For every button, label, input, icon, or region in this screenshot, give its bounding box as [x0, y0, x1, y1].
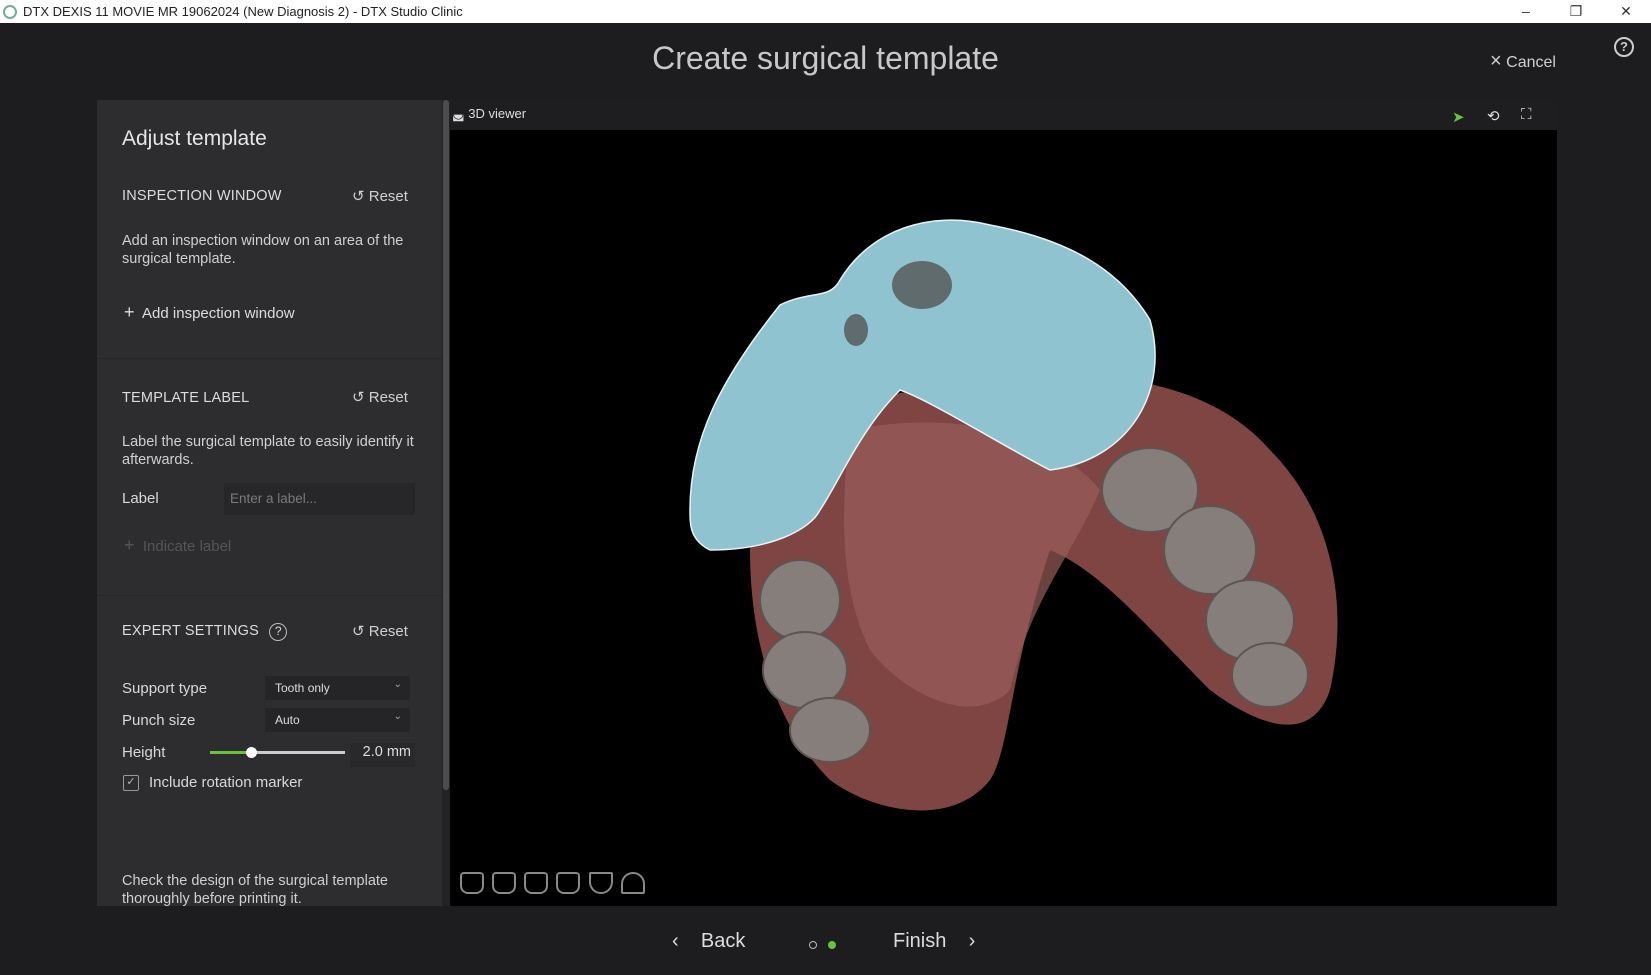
close-button[interactable]: ✕ [1601, 0, 1651, 23]
expert-heading-text: EXPERT SETTINGS [122, 623, 260, 639]
reset-label: Reset [368, 389, 408, 406]
indicate-label-button: + Indicate label [124, 535, 231, 556]
height-value[interactable]: 2.0 mm [350, 743, 415, 767]
inspection-hole [844, 314, 868, 346]
footer-note: Check the design of the surgical templat… [122, 873, 388, 907]
view-occlusion-icon[interactable] [556, 872, 580, 894]
reset-icon: ↺ [352, 188, 365, 205]
restore-button[interactable]: ❐ [1551, 0, 1601, 23]
viewer-title-text: 3D viewer [468, 106, 527, 121]
viewer-header [450, 100, 1557, 130]
step-dot-1 [809, 941, 817, 949]
view-template-icon[interactable] [621, 872, 645, 894]
rotation-marker-label: Include rotation marker [149, 774, 303, 791]
add-inspection-label: Add inspection window [142, 305, 295, 322]
label-input[interactable]: Enter a label... [224, 483, 415, 515]
3d-viewer-canvas[interactable] [450, 130, 1557, 906]
height-slider[interactable] [210, 747, 345, 758]
panel-scrollbar[interactable] [442, 100, 450, 906]
plus-icon: + [124, 302, 135, 322]
chevron-down-icon: ⌄ [393, 711, 402, 722]
expert-reset-button[interactable]: ↺ Reset [352, 622, 408, 640]
indicate-label-text: Indicate label [142, 538, 232, 555]
finish-label: Finish [893, 930, 947, 952]
title-bar: DTX DEXIS 11 MOVIE MR 19062024 (New Diag… [0, 0, 1651, 23]
view-lower-icon[interactable] [492, 872, 516, 894]
chevron-right-icon: › [968, 930, 976, 952]
reset-icon: ↺ [352, 389, 365, 406]
panel-title: Adjust template [122, 127, 267, 150]
reset-icon: ↺ [352, 623, 365, 640]
inspection-reset-button[interactable]: ↺ Reset [352, 187, 408, 205]
app-icon [3, 4, 17, 19]
back-label: Back [700, 930, 746, 952]
finish-button[interactable]: Finish › [893, 930, 975, 953]
fit-view-icon[interactable]: ⛶ [1521, 106, 1532, 123]
plus-icon: + [124, 535, 135, 555]
template-label-heading: TEMPLATE LABEL [122, 390, 250, 406]
rotation-marker-checkbox[interactable]: ✓ [123, 775, 139, 791]
close-icon: × [1490, 50, 1502, 72]
punch-size-select[interactable]: Auto ⌄ [265, 708, 410, 732]
inspection-window-heading: INSPECTION WINDOW [122, 188, 282, 204]
window-title: DTX DEXIS 11 MOVIE MR 19062024 (New Diag… [23, 4, 463, 19]
viewer-title: ◛ 3D viewer [452, 106, 526, 122]
support-type-label: Support type [122, 680, 208, 697]
support-type-value: Tooth only [275, 681, 330, 695]
inspection-hole [892, 261, 952, 309]
divider [97, 595, 442, 596]
view-upper-icon[interactable] [460, 872, 484, 894]
rotate-icon[interactable]: ⟲ [1487, 107, 1500, 125]
slider-handle[interactable] [245, 747, 257, 758]
help-icon[interactable]: ? [1614, 37, 1634, 57]
support-type-select[interactable]: Tooth only ⌄ [265, 676, 410, 700]
punch-size-value: Auto [275, 713, 300, 727]
cancel-button[interactable]: × Cancel [1490, 50, 1556, 73]
cancel-label: Cancel [1506, 54, 1556, 71]
template-label-description: Label the surgical template to easily id… [122, 434, 414, 468]
chevron-left-icon: ‹ [672, 930, 679, 952]
help-icon[interactable]: ? [269, 623, 288, 641]
reset-label: Reset [368, 188, 408, 205]
chevron-down-icon: ⌄ [393, 679, 402, 690]
divider [97, 358, 442, 359]
label-field-label: Label [122, 490, 159, 507]
step-dot-2-current [828, 941, 836, 949]
view-both-icon[interactable] [524, 872, 548, 894]
add-inspection-window-button[interactable]: + Add inspection window [124, 302, 295, 323]
page-title: Create surgical template [652, 40, 999, 76]
select-cursor-icon[interactable]: ➤ [1452, 108, 1465, 126]
dental-model [689, 219, 1338, 811]
punch-size-label: Punch size [122, 712, 196, 729]
minimize-button[interactable]: ‒ [1501, 0, 1551, 23]
inspection-description: Add an inspection window on an area of t… [122, 233, 404, 267]
height-label: Height [122, 744, 166, 761]
reset-label: Reset [368, 623, 408, 640]
jaw-icon: ◛ [452, 106, 465, 121]
expert-settings-heading: EXPERT SETTINGS ? [122, 623, 288, 641]
label-reset-button[interactable]: ↺ Reset [352, 388, 408, 406]
back-button[interactable]: ‹ Back [672, 930, 745, 953]
